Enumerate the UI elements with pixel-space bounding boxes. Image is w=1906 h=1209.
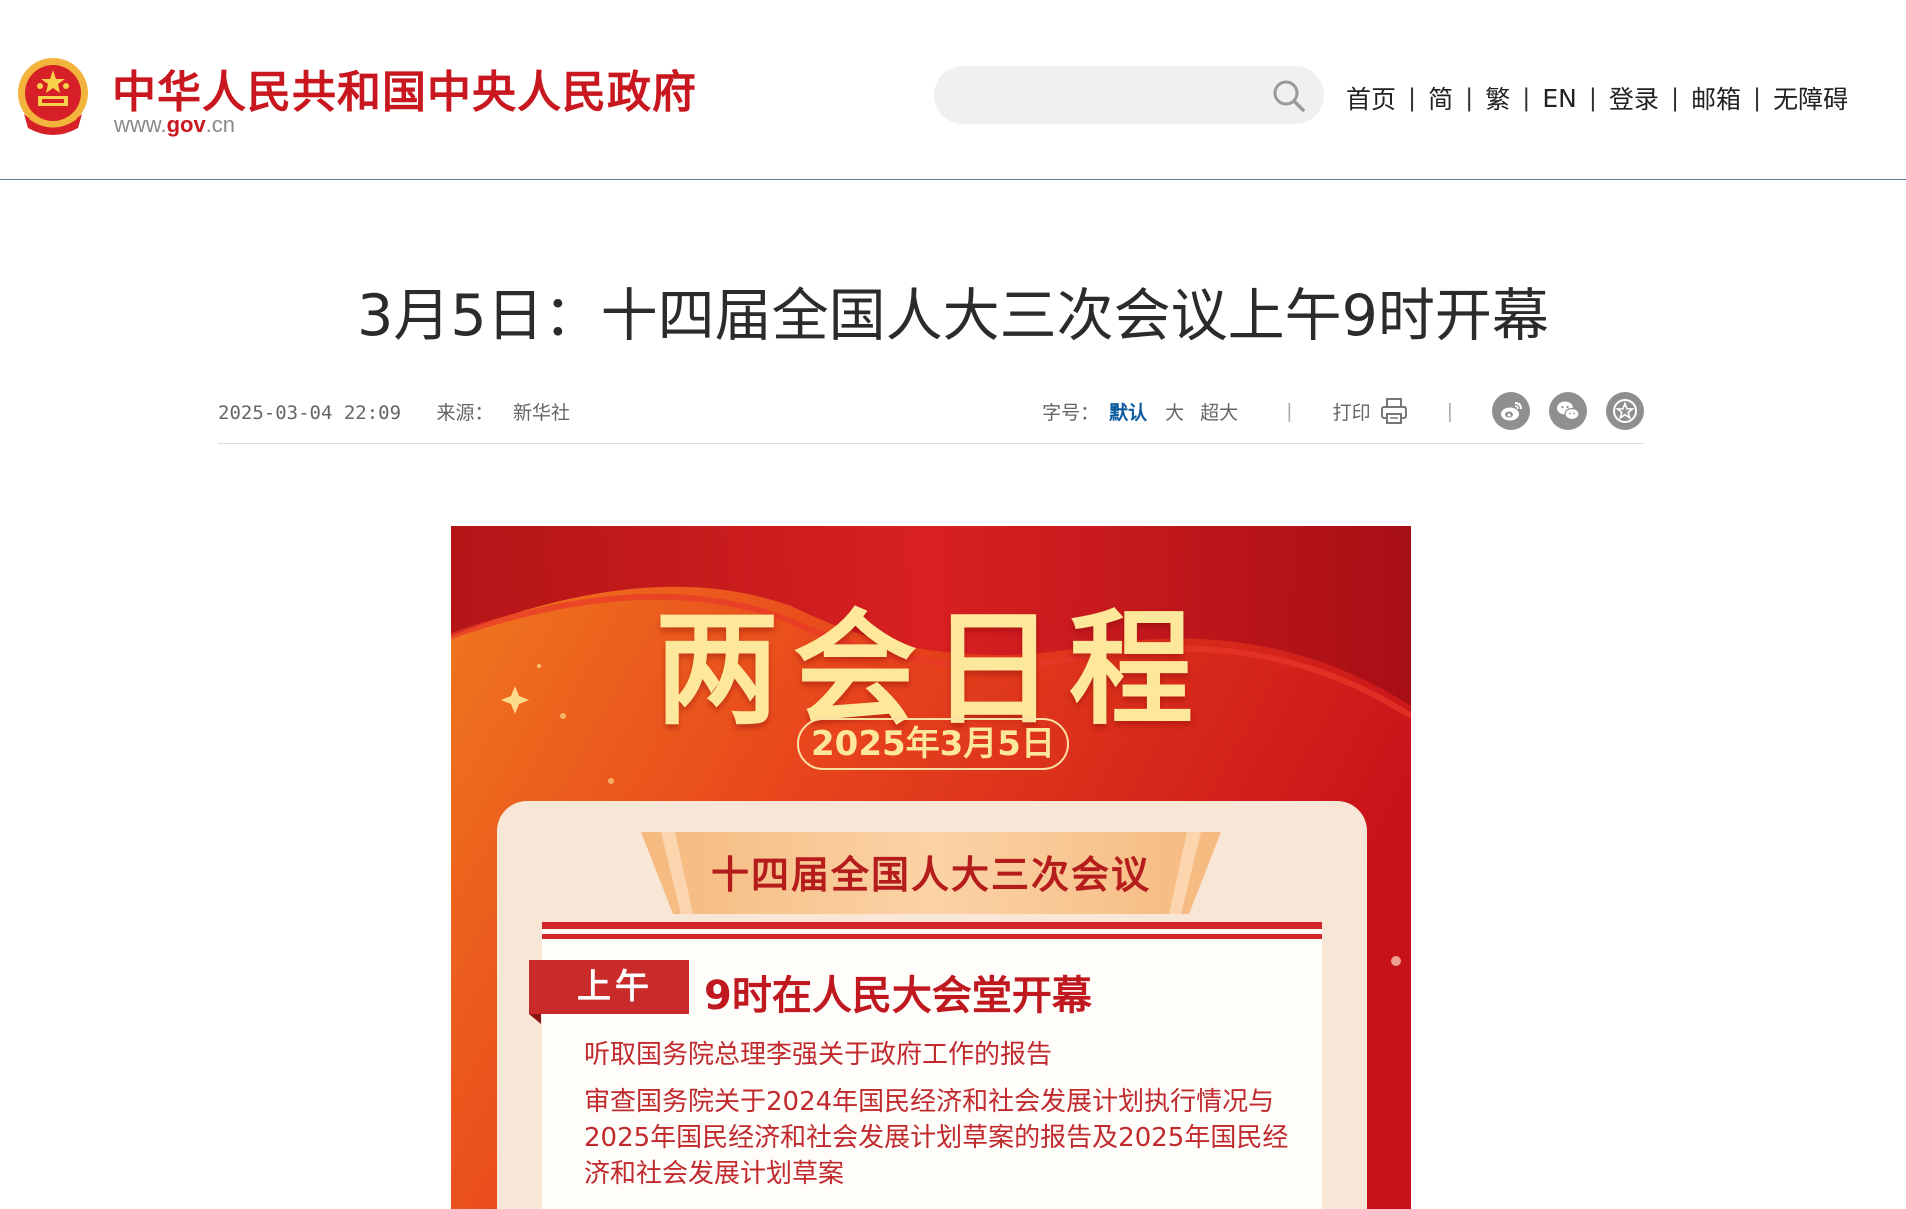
search-icon[interactable] xyxy=(1272,79,1306,113)
article-meta: 2025-03-04 22:09 来源： 新华社 字号： 默认 大 超大 | 打… xyxy=(218,392,1644,444)
time-tag: 上午 xyxy=(529,960,689,1014)
poster-date: 2025年3月5日 xyxy=(797,718,1069,770)
nav-separator: | xyxy=(1670,84,1680,112)
print-icon[interactable] xyxy=(1379,396,1409,426)
card-stripe xyxy=(542,934,1322,939)
print-label[interactable]: 打印 xyxy=(1333,398,1371,425)
source-name: 新华社 xyxy=(512,402,570,424)
share-favorite-button[interactable] xyxy=(1606,392,1644,430)
nav-home[interactable]: 首页 xyxy=(1346,80,1396,116)
card-stripe xyxy=(542,922,1322,929)
font-size-large[interactable]: 大 xyxy=(1165,398,1184,425)
nav-separator: | xyxy=(1753,84,1762,112)
site-url-gov: gov xyxy=(166,112,206,137)
nav-login[interactable]: 登录 xyxy=(1609,80,1659,116)
site-title[interactable]: 中华人民共和国中央人民政府 xyxy=(112,56,697,120)
font-size-label: 字号： xyxy=(1042,401,1100,424)
search-box xyxy=(934,66,1324,124)
nav-simplified[interactable]: 简 xyxy=(1428,80,1453,116)
meta-divider: | xyxy=(1286,400,1293,422)
weibo-icon xyxy=(1501,402,1522,421)
session-title: 9时在人民大会堂开幕 xyxy=(704,973,1092,1019)
nav-english[interactable]: EN xyxy=(1542,84,1577,113)
site-header: 中华人民共和国中央人民政府 www.gov.cn 首页 | 简 | 繁 | EN… xyxy=(0,0,1906,180)
article-title: 3月5日：十四届全国人大三次会议上午9时开幕 xyxy=(357,283,1549,349)
nav-traditional[interactable]: 繁 xyxy=(1485,80,1510,116)
font-size-default[interactable]: 默认 xyxy=(1109,398,1147,425)
tag-fold xyxy=(529,1014,541,1024)
top-nav: 首页 | 简 | 繁 | EN | 登录 | 邮箱 | 无障碍 xyxy=(1346,80,1848,116)
share-weibo-button[interactable] xyxy=(1492,392,1530,430)
share-wechat-button[interactable] xyxy=(1549,392,1587,430)
meeting-name: 十四届全国人大三次会议 xyxy=(710,853,1151,897)
site-url[interactable]: www.gov.cn xyxy=(114,112,235,138)
meta-divider: | xyxy=(1446,400,1453,422)
nav-separator: | xyxy=(1465,84,1474,112)
nav-mailbox[interactable]: 邮箱 xyxy=(1691,80,1741,116)
font-size-xlarge[interactable]: 超大 xyxy=(1200,398,1238,425)
nav-accessibility[interactable]: 无障碍 xyxy=(1773,80,1848,116)
article-poster-image: 两会日程 2025年3月5日 十四届全国人大三次会议 上午 9时在人民大会堂开幕… xyxy=(451,526,1411,1209)
source-label: 来源： xyxy=(436,402,494,424)
publish-date: 2025-03-04 22:09 xyxy=(218,402,402,424)
site-url-suffix: .cn xyxy=(205,112,236,137)
national-emblem-icon[interactable] xyxy=(16,56,90,138)
meta-right: 字号： 默认 大 超大 | 打印 | xyxy=(1042,392,1644,430)
nav-separator: | xyxy=(1408,84,1417,112)
site-url-prefix: www. xyxy=(114,112,167,137)
agenda-item: 听取国务院总理李强关于政府工作的报告 xyxy=(584,1040,1053,1070)
nav-separator: | xyxy=(1522,84,1531,112)
favorite-icon xyxy=(1613,399,1637,423)
search-input[interactable] xyxy=(958,78,1258,112)
meta-left: 2025-03-04 22:09 来源： 新华社 xyxy=(218,398,594,425)
agenda-item: 审查国务院关于2024年国民经济和社会发展计划执行情况与2025年国民经济和社会… xyxy=(584,1087,1289,1189)
wechat-icon xyxy=(1557,401,1580,421)
nav-separator: | xyxy=(1588,84,1597,112)
